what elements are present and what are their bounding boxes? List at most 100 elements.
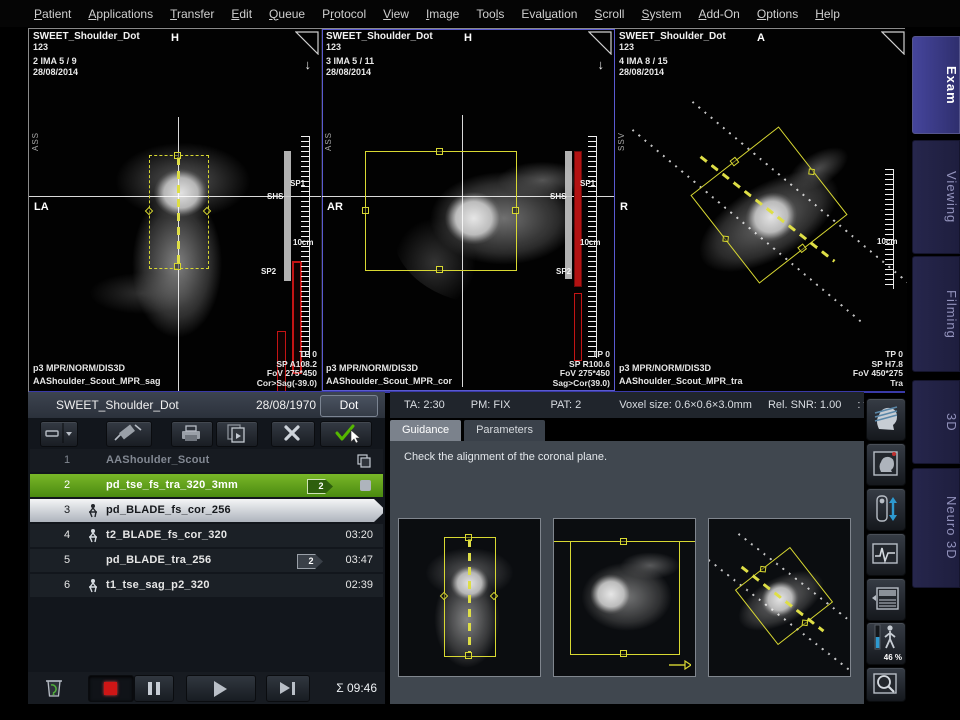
measurement-transport-bar: Σ 09:46 [28,672,385,704]
slice-line[interactable] [177,157,180,265]
physio-display-button[interactable] [866,533,906,576]
table-position-button[interactable] [866,488,906,531]
orientation-top: H [171,32,179,44]
menu-image[interactable]: Image [426,7,459,21]
roi-handle-top[interactable] [436,148,443,155]
corner-triangle-icon[interactable] [588,31,612,55]
sar-person-icon [867,623,903,651]
roi-handle-bottom[interactable] [436,266,443,273]
menu-queue[interactable]: Queue [269,7,305,21]
pause-button[interactable] [134,675,174,702]
queue-row-1[interactable]: 1 AAShoulder_Scout [30,449,383,472]
protocol-display-button[interactable] [866,578,906,621]
menu-view[interactable]: View [383,7,409,21]
corner-triangle-icon[interactable] [881,31,905,55]
view-options-split-button[interactable] [40,421,78,447]
scroll-down-icon[interactable]: ↓ [598,57,605,72]
patient-measure-icon [86,503,100,518]
skip-button[interactable] [266,675,310,702]
menu-protocol[interactable]: Protocol [322,7,366,21]
syringe-icon [107,422,149,444]
mouse-cursor-icon [351,430,360,443]
status-pm: PM: FIX [471,399,511,411]
saturation-band-1[interactable] [574,151,582,287]
menu-edit[interactable]: Edit [231,7,252,21]
export-button[interactable] [171,421,213,447]
ruler-length-label: 10cm [293,238,313,247]
tab-3d[interactable]: 3D [912,380,960,464]
menu-applications[interactable]: Applications [88,7,153,21]
scroll-down-icon[interactable]: ↓ [305,57,312,72]
patient-dob: 28/08/1970 [256,398,316,412]
status-sequence: : tseBR_rr [857,399,864,411]
tab-guidance[interactable]: Guidance [390,420,461,441]
guidance-thumb-sagittal[interactable] [553,518,696,677]
menu-tools[interactable]: Tools [476,7,504,21]
sequence-name: t2_BLADE_fs_cor_320 [106,529,227,541]
thumb-handle-bottom [620,650,627,657]
apply-button[interactable] [320,421,372,447]
coil-label: ASS [324,132,333,151]
menu-patient[interactable]: Patient [34,7,71,21]
tab-parameters[interactable]: Parameters [464,420,545,441]
menu-options[interactable]: Options [757,7,798,21]
corner-triangle-icon[interactable] [295,31,319,55]
roi-handle-right[interactable] [512,207,519,214]
tab-viewing[interactable]: Viewing [912,140,960,254]
menu-system[interactable]: System [641,7,681,21]
menu-bar: Patient Applications Transfer Edit Queue… [0,0,960,27]
stop-button[interactable] [88,675,134,702]
viewport-region: SP1 SHS 10cm SP2 SWEET_Shoulder_Dot123 2… [28,28,905,393]
cancel-button[interactable] [271,421,315,447]
guidance-thumb-transversal[interactable] [708,518,851,677]
play-button[interactable] [186,675,256,702]
roi-handle-top[interactable] [174,152,181,159]
menu-transfer[interactable]: Transfer [170,7,214,21]
guidance-tab-strip: Guidance Parameters [390,420,545,441]
queue-row-4[interactable]: 4 t2_BLADE_fs_cor_320 03:20 [30,524,383,547]
sequence-name: pd_BLADE_fs_cor_256 [106,504,231,516]
roi-handle-left[interactable] [362,207,369,214]
viewport-sagittal[interactable]: SP1 SHS 10cm SP2 SWEET_Shoulder_Dot123 2… [29,29,322,391]
menu-add-on[interactable]: Add-On [698,7,739,21]
roi-handle-top[interactable] [730,157,740,167]
exam-queue-panel: 1 AAShoulder_Scout 2 pd_tse_fs_tra_320_3… [28,418,385,704]
copy-reference-button[interactable] [216,421,258,447]
contrast-injection-button[interactable] [106,421,152,447]
recycle-bin-button[interactable] [40,675,72,700]
sp1-label: SP1 [290,179,305,188]
queue-row-5[interactable]: 5 pd_BLADE_tra_256 2 03:47 [30,549,383,572]
menu-evaluation[interactable]: Evaluation [521,7,577,21]
guidance-message: Check the alignment of the coronal plane… [404,451,607,463]
menu-scroll[interactable]: Scroll [594,7,624,21]
roi-handle-left[interactable] [722,236,729,243]
pause-square-icon[interactable] [360,480,371,491]
image-text-topleft: SWEET_Shoulder_Dot123 4 IMA 8 / 15 28/08… [619,31,726,78]
roi-handle-right[interactable] [808,168,815,175]
image-zoom-button[interactable] [866,667,906,702]
tab-neuro3d[interactable]: Neuro 3D [912,468,960,588]
sequence-name: pd_BLADE_tra_256 [106,554,211,566]
status-snr: Rel. SNR: 1.00 [768,399,841,411]
tab-exam[interactable]: Exam [912,36,960,134]
orientation-top: A [757,32,765,44]
waveform-icon [867,534,903,573]
queue-row-3-selected[interactable]: 3 pd_BLADE_fs_cor_256 [30,499,383,522]
queue-row-6[interactable]: 6 t1_tse_sag_p2_320 02:39 [30,574,383,597]
patient-measure-icon [86,578,100,593]
guidance-thumb-coronal[interactable] [398,518,541,677]
slice-position-button[interactable] [866,398,906,441]
roi-handle-bottom[interactable] [174,263,181,270]
sar-monitor-button[interactable]: 46 % [866,622,906,665]
queue-row-2-running[interactable]: 2 pd_tse_fs_tra_320_3mm 2 [30,474,383,497]
dot-button[interactable]: Dot [320,395,378,417]
viewport-coronal[interactable]: SP1 SHS 10cm SP2 SWEET_Shoulder_Dot123 3… [322,29,615,391]
menu-help[interactable]: Help [815,7,840,21]
viewport-transversal[interactable]: 10cm SWEET_Shoulder_Dot123 4 IMA 8 / 15 … [615,29,907,391]
ruler-length-label: 10cm [877,237,897,246]
scale-ruler [885,169,894,289]
copy-pages-icon [217,422,255,444]
localizer-image-button[interactable] [866,443,906,486]
fov-roi[interactable] [365,151,517,271]
tab-filming[interactable]: Filming [912,256,960,372]
